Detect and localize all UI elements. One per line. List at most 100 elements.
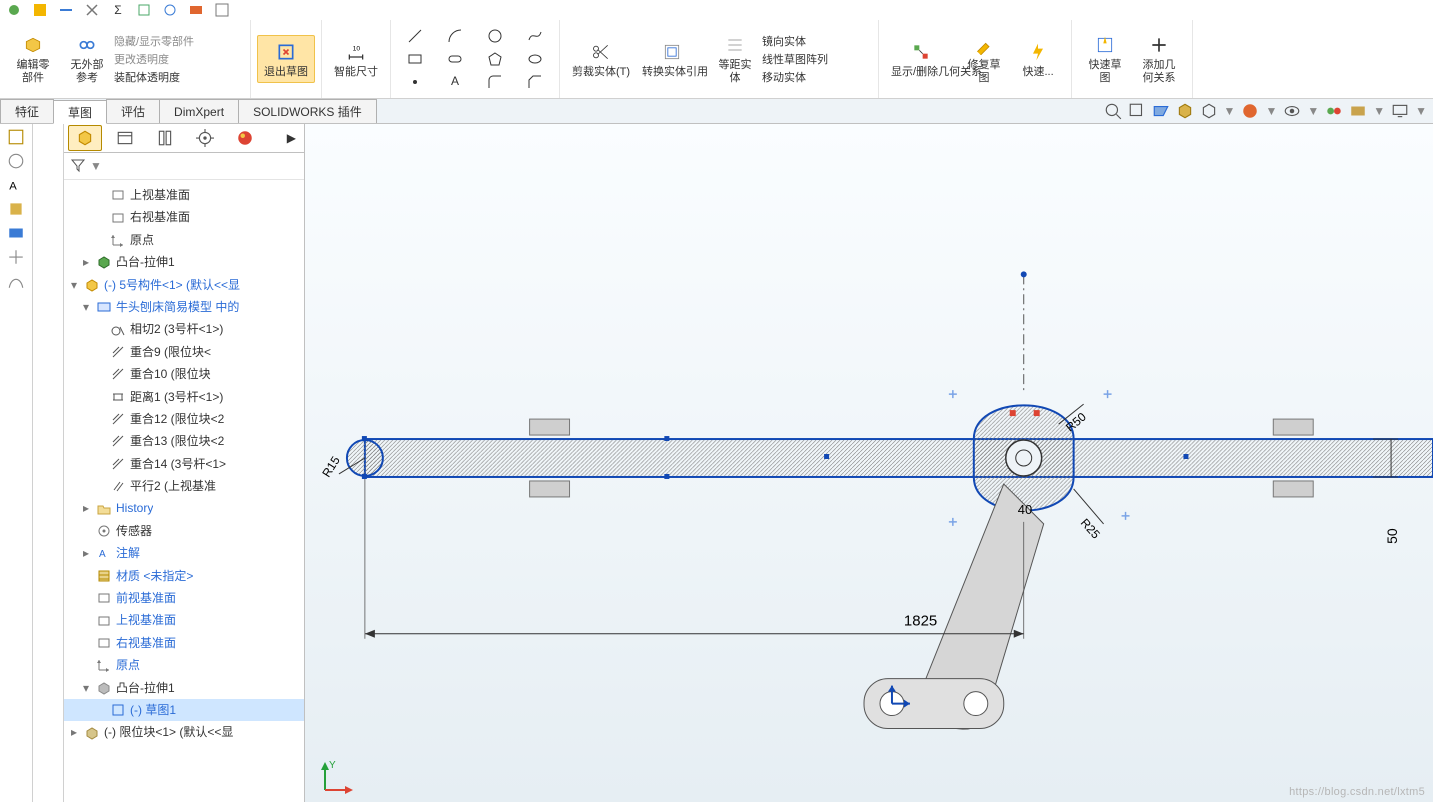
tree-row[interactable]: ▾牛头刨床简易模型 中的 xyxy=(64,296,304,318)
exit-sketch-button[interactable]: 退出草图 xyxy=(257,35,315,84)
tree-twisty[interactable]: ▸ xyxy=(80,252,92,272)
tree-row[interactable]: 重合10 (限位块 xyxy=(64,363,304,385)
tree-twisty[interactable]: ▸ xyxy=(68,722,80,742)
tree-row[interactable]: ▸History xyxy=(64,497,304,519)
offset-button[interactable]: 等距实 体 xyxy=(708,29,762,88)
tree-row[interactable]: 原点 xyxy=(64,654,304,676)
qa-icon[interactable] xyxy=(162,2,178,18)
tree-row[interactable]: 右视基准面 xyxy=(64,632,304,654)
qa-icon[interactable] xyxy=(136,2,152,18)
edit-part-button[interactable]: 编辑零 部件 xyxy=(6,29,60,88)
tree-twisty[interactable]: ▾ xyxy=(80,297,92,317)
tree-row[interactable]: 距离1 (3号杆<1>) xyxy=(64,386,304,408)
fp-tab-tree[interactable] xyxy=(68,125,102,151)
zoom-fit-icon[interactable] xyxy=(1104,102,1122,120)
tab-dimxpert[interactable]: DimXpert xyxy=(159,99,239,123)
tree-row[interactable]: 原点 xyxy=(64,229,304,251)
fp-tab-render[interactable] xyxy=(228,125,262,151)
section-icon[interactable] xyxy=(1152,102,1170,120)
fp-tab-display[interactable] xyxy=(148,125,182,151)
tab-sketch[interactable]: 草图 xyxy=(53,100,107,124)
smart-dimension-button[interactable]: 10 智能尺寸 xyxy=(328,36,384,83)
tree-row[interactable]: 传感器 xyxy=(64,520,304,542)
tree-row[interactable]: 重合13 (限位块<2 xyxy=(64,430,304,452)
view-cube-icon[interactable] xyxy=(1200,102,1218,120)
orient-icon[interactable] xyxy=(1176,102,1194,120)
qa-icon[interactable] xyxy=(58,2,74,18)
assembly-transparency[interactable]: 装配体透明度 xyxy=(114,69,180,85)
zoom-area-icon[interactable] xyxy=(1128,102,1146,120)
qa-icon[interactable] xyxy=(214,2,230,18)
rail-icon[interactable] xyxy=(7,200,25,218)
polygon-tool[interactable] xyxy=(477,49,513,69)
trim-button[interactable]: 剪裁实体(T) xyxy=(566,36,636,83)
tree-twisty[interactable]: ▾ xyxy=(68,275,80,295)
rail-icon[interactable]: A xyxy=(7,176,25,194)
hide-show-icon[interactable] xyxy=(1283,102,1301,120)
arc-tool[interactable] xyxy=(437,26,473,46)
qa-icon[interactable] xyxy=(32,2,48,18)
mirror-entities[interactable]: 镜向实体 xyxy=(762,33,806,49)
quick-sketch-button[interactable]: 快速草 图 xyxy=(1078,29,1132,88)
ellipse-tool[interactable] xyxy=(517,49,553,69)
sigma-icon[interactable]: Σ xyxy=(110,2,126,18)
tree-row[interactable]: 材质 <未指定> xyxy=(64,565,304,587)
slot-tool[interactable] xyxy=(437,49,473,69)
add-relation-button[interactable]: 添加几 何关系 xyxy=(1132,29,1186,88)
scene-icon[interactable] xyxy=(1349,102,1367,120)
move-entities[interactable]: 移动实体 xyxy=(762,69,806,85)
feature-tree[interactable]: 上视基准面右视基准面原点▸凸台-拉伸1▾(-) 5号构件<1> (默认<<显▾牛… xyxy=(64,180,304,802)
line-tool[interactable] xyxy=(397,26,433,46)
rail-icon[interactable] xyxy=(7,272,25,290)
quick-button[interactable]: 快速... xyxy=(1011,36,1065,83)
fp-expand-icon[interactable]: ▶ xyxy=(283,131,300,145)
convert-entities-button[interactable]: 转换实体引用 xyxy=(636,36,708,83)
fp-tab-config[interactable] xyxy=(108,125,142,151)
tree-row[interactable]: (-) 草图1 xyxy=(64,699,304,721)
tree-row[interactable]: 相切2 (3号杆<1>) xyxy=(64,318,304,340)
tree-row[interactable]: 上视基准面 xyxy=(64,184,304,206)
fillet-tool[interactable] xyxy=(477,72,513,92)
render-icon[interactable] xyxy=(1325,102,1343,120)
tree-row[interactable]: ▸凸台-拉伸1 xyxy=(64,251,304,273)
tree-row[interactable]: 重合12 (限位块<2 xyxy=(64,408,304,430)
repair-sketch-button[interactable]: 修复草 图 xyxy=(957,29,1011,88)
chamfer-tool[interactable] xyxy=(517,72,553,92)
display-icon[interactable] xyxy=(1391,102,1409,120)
tree-row[interactable]: 前视基准面 xyxy=(64,587,304,609)
fp-tab-appearance[interactable] xyxy=(188,125,222,151)
filter-icon[interactable] xyxy=(70,157,86,176)
qa-icon[interactable] xyxy=(84,2,100,18)
tree-row[interactable]: 上视基准面 xyxy=(64,609,304,631)
linear-pattern[interactable]: 线性草图阵列 xyxy=(762,51,828,67)
tree-row[interactable]: 右视基准面 xyxy=(64,206,304,228)
tree-row[interactable]: ▸A注解 xyxy=(64,542,304,564)
tab-feature[interactable]: 特征 xyxy=(0,99,54,123)
tree-row[interactable]: ▾(-) 5号构件<1> (默认<<显 xyxy=(64,274,304,296)
tree-row[interactable]: 平行2 (上视基准 xyxy=(64,475,304,497)
text-tool[interactable]: A xyxy=(437,73,473,91)
ext-ref-button[interactable]: 无外部 参考 xyxy=(60,29,114,88)
qa-icon[interactable] xyxy=(6,2,22,18)
tree-twisty[interactable]: ▸ xyxy=(80,543,92,563)
rail-icon[interactable] xyxy=(7,224,25,242)
circle-tool[interactable] xyxy=(477,26,513,46)
tree-row[interactable]: ▸(-) 限位块<1> (默认<<显 xyxy=(64,721,304,743)
tree-row[interactable]: ▾凸台-拉伸1 xyxy=(64,677,304,699)
appearance-icon[interactable] xyxy=(1241,102,1259,120)
qa-icon[interactable] xyxy=(188,2,204,18)
tree-twisty[interactable]: ▸ xyxy=(80,498,92,518)
rail-icon[interactable] xyxy=(7,248,25,266)
tab-addins[interactable]: SOLIDWORKS 插件 xyxy=(238,99,377,123)
tab-evaluate[interactable]: 评估 xyxy=(106,99,160,123)
tree-row[interactable]: 重合14 (3号杆<1> xyxy=(64,453,304,475)
rect-tool[interactable] xyxy=(397,49,433,69)
tree-twisty[interactable]: ▾ xyxy=(80,678,92,698)
tree-row[interactable]: 重合9 (限位块< xyxy=(64,341,304,363)
graphics-area[interactable]: 1825 R15 R25 R50 50 40 xyxy=(305,124,1433,802)
display-relations-button[interactable]: 显示/删除几何关系 xyxy=(885,36,957,83)
rail-icon[interactable] xyxy=(7,128,25,146)
rail-icon[interactable] xyxy=(7,152,25,170)
point-tool[interactable] xyxy=(397,72,433,92)
spline-tool[interactable] xyxy=(517,26,553,46)
